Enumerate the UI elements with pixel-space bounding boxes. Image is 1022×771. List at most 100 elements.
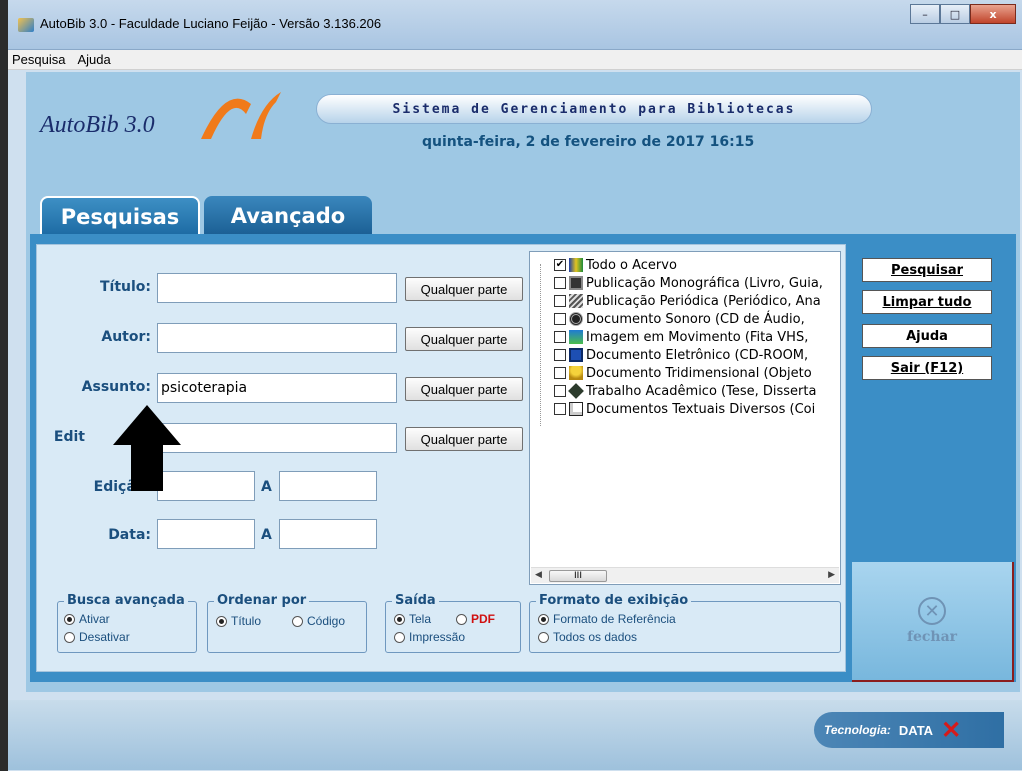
- saida-title: Saída: [392, 593, 439, 608]
- material-type-tree[interactable]: ✔ Todo o Acervo Publicação Monográfica (…: [529, 251, 841, 585]
- tree-item-sonoro[interactable]: Documento Sonoro (CD de Áudio,: [554, 310, 836, 328]
- option-label: Título: [231, 614, 262, 628]
- tree-item-textuais[interactable]: Documentos Textuais Diversos (Coi: [554, 400, 836, 418]
- periodical-icon: [569, 294, 583, 308]
- tree-item-label: Publicação Monográfica (Livro, Guia,: [586, 275, 823, 291]
- saida-impressao-option[interactable]: Impressão: [394, 630, 465, 644]
- saida-pdf-option[interactable]: PDF: [456, 612, 495, 626]
- film-icon: [569, 330, 583, 344]
- close-circle-icon: ✕: [918, 597, 946, 625]
- radio-icon[interactable]: [538, 631, 549, 643]
- checkbox-icon[interactable]: [554, 277, 566, 289]
- title-bar[interactable]: AutoBib 3.0 - Faculdade Luciano Feijão -…: [8, 0, 1022, 50]
- tree-item-label: Trabalho Acadêmico (Tese, Disserta: [586, 383, 817, 399]
- edicao-range-separator: A: [261, 479, 272, 495]
- checkbox-icon[interactable]: [554, 295, 566, 307]
- data-to-input[interactable]: [279, 519, 377, 549]
- assunto-label: Assunto:: [81, 379, 151, 395]
- autor-input[interactable]: [157, 323, 397, 353]
- menu-item-ajuda[interactable]: Ajuda: [77, 52, 110, 67]
- option-label: Desativar: [79, 630, 130, 644]
- checkbox-icon[interactable]: [554, 403, 566, 415]
- radio-icon[interactable]: [394, 631, 405, 643]
- checkbox-icon[interactable]: [554, 385, 566, 397]
- edicao-to-input[interactable]: [279, 471, 377, 501]
- app-icon: [18, 18, 34, 32]
- formato-todos-option[interactable]: Todos os dados: [538, 630, 637, 644]
- pesquisar-button[interactable]: Pesquisar: [862, 258, 992, 282]
- radio-icon[interactable]: [456, 613, 467, 625]
- busca-avancada-group: Busca avançada Ativar Desativar: [57, 593, 197, 653]
- tree-item-label: Publicação Periódica (Periódico, Ana: [586, 293, 821, 309]
- saida-group: Saída Tela PDF Impressão: [385, 593, 521, 653]
- tree-item-monografica[interactable]: Publicação Monográfica (Livro, Guia,: [554, 274, 836, 292]
- tree-item-periodica[interactable]: Publicação Periódica (Periódico, Ana: [554, 292, 836, 310]
- scroll-thumb[interactable]: III: [549, 570, 607, 582]
- data-from-input[interactable]: [157, 519, 255, 549]
- editora-input[interactable]: [157, 423, 397, 453]
- tab-avancado[interactable]: Avançado: [204, 196, 372, 236]
- window-title: AutoBib 3.0 - Faculdade Luciano Feijão -…: [40, 16, 382, 31]
- busca-desativar-option[interactable]: Desativar: [64, 630, 130, 644]
- data-range-separator: A: [261, 527, 272, 543]
- radio-icon[interactable]: [538, 613, 549, 625]
- checkbox-icon[interactable]: [554, 349, 566, 361]
- tab-pesquisas[interactable]: Pesquisas: [40, 196, 200, 236]
- option-label: Todos os dados: [553, 630, 638, 644]
- radio-icon[interactable]: [64, 613, 75, 625]
- titulo-label: Título:: [99, 279, 151, 295]
- checkbox-icon[interactable]: [554, 331, 566, 343]
- option-label: Código: [307, 614, 346, 628]
- option-label: PDF: [471, 612, 495, 626]
- saida-tela-option[interactable]: Tela: [394, 612, 431, 626]
- tree-item-label: Documentos Textuais Diversos (Coi: [586, 401, 816, 417]
- fechar-label: fechar: [906, 629, 958, 645]
- technology-banner: Tecnologia: DATA ✕: [814, 712, 1004, 748]
- assunto-mode-button[interactable]: Qualquer parte: [405, 377, 523, 401]
- sair-button[interactable]: Sair (F12): [862, 356, 992, 380]
- busca-ativar-option[interactable]: Ativar: [64, 612, 110, 626]
- menu-item-pesquisa[interactable]: Pesquisa: [12, 52, 65, 67]
- ordenar-por-group: Ordenar por Título Código: [207, 593, 367, 653]
- radio-icon[interactable]: [64, 631, 75, 643]
- academic-icon: [568, 383, 584, 399]
- scroll-right-icon[interactable]: ▶: [828, 570, 835, 580]
- tree-item-academico[interactable]: Trabalho Acadêmico (Tese, Disserta: [554, 382, 836, 400]
- editora-mode-button[interactable]: Qualquer parte: [405, 427, 523, 451]
- book-icon: [569, 276, 583, 290]
- checkbox-icon[interactable]: [554, 367, 566, 379]
- tree-item-todo-acervo[interactable]: ✔ Todo o Acervo: [554, 256, 836, 274]
- datax-logo: DATA: [898, 722, 934, 738]
- fechar-button[interactable]: ✕ fechar: [852, 562, 1014, 682]
- close-button[interactable]: x: [970, 4, 1016, 24]
- ordenar-titulo-option[interactable]: Título: [216, 614, 261, 628]
- limpar-tudo-button[interactable]: Limpar tudo: [862, 290, 992, 314]
- tree-item-label: Imagem em Movimento (Fita VHS,: [586, 329, 809, 345]
- formato-referencia-option[interactable]: Formato de Referência: [538, 612, 676, 626]
- annotation-arrow-icon: [113, 405, 181, 491]
- checkbox-icon[interactable]: [554, 313, 566, 325]
- radio-icon[interactable]: [216, 615, 227, 627]
- radio-icon[interactable]: [394, 613, 405, 625]
- autor-mode-button[interactable]: Qualquer parte: [405, 327, 523, 351]
- ajuda-button[interactable]: Ajuda: [862, 324, 992, 348]
- checkbox-icon[interactable]: ✔: [554, 259, 566, 271]
- tree-item-label: Documento Tridimensional (Objeto: [586, 365, 812, 381]
- titulo-input[interactable]: [157, 273, 397, 303]
- tech-label: Tecnologia:: [824, 723, 891, 737]
- tree-item-imagem-movimento[interactable]: Imagem em Movimento (Fita VHS,: [554, 328, 836, 346]
- titulo-mode-button[interactable]: Qualquer parte: [405, 277, 523, 301]
- horizontal-scrollbar[interactable]: ◀ III ▶: [531, 567, 839, 583]
- tree-item-tridimensional[interactable]: Documento Tridimensional (Objeto: [554, 364, 836, 382]
- radio-icon[interactable]: [292, 615, 303, 627]
- ordenar-codigo-option[interactable]: Código: [292, 614, 345, 628]
- tree-item-eletronico[interactable]: Documento Eletrônico (CD-ROOM,: [554, 346, 836, 364]
- busca-avancada-title: Busca avançada: [64, 593, 188, 608]
- option-label: Tela: [409, 612, 432, 626]
- maximize-button[interactable]: □: [940, 4, 970, 24]
- minimize-button[interactable]: –: [910, 4, 940, 24]
- assunto-input[interactable]: psicoterapia: [157, 373, 397, 403]
- scroll-left-icon[interactable]: ◀: [535, 570, 542, 580]
- current-datetime: quinta-feira, 2 de fevereiro de 2017 16:…: [422, 134, 755, 150]
- tree-item-label: Todo o Acervo: [586, 257, 677, 273]
